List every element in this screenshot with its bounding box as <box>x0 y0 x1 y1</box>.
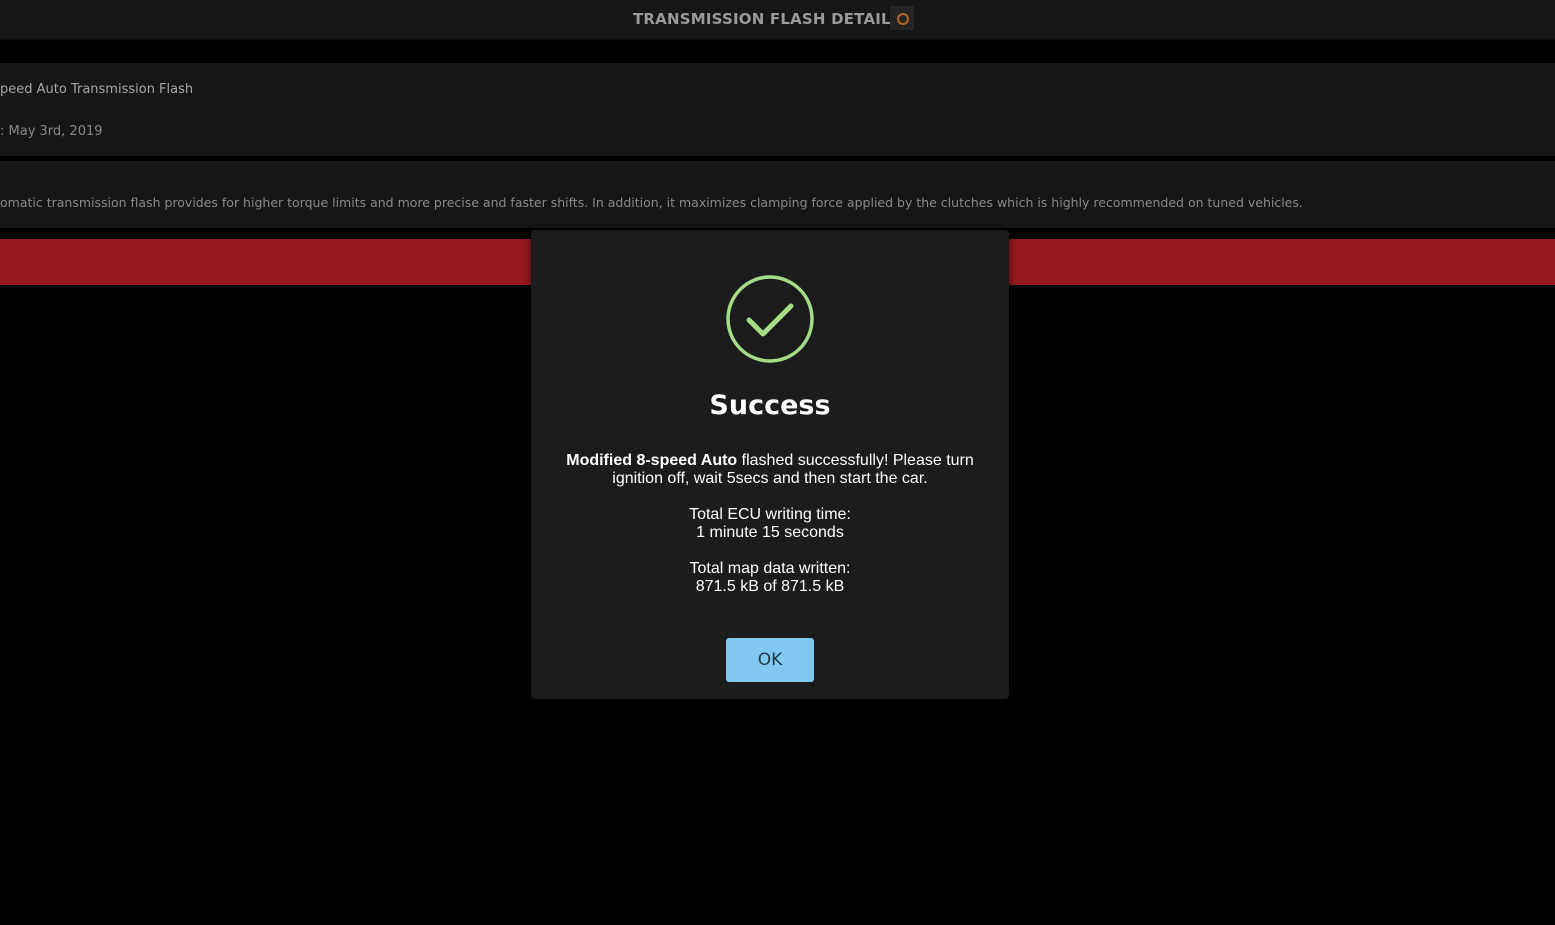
page-title: TRANSMISSION FLASH DETAILS <box>633 10 902 28</box>
flash-description: omatic transmission flash provides for h… <box>0 195 1303 210</box>
check-circle-icon <box>726 275 814 363</box>
success-dialog: Success Modified 8-speed Auto flashed su… <box>531 230 1009 699</box>
writing-time-value: 1 minute 15 seconds <box>696 524 844 541</box>
flash-name-bold: Modified 8-speed Auto <box>566 452 738 469</box>
top-header: TRANSMISSION FLASH DETAILS <box>0 0 1555 40</box>
map-data-value: 871.5 kB of 871.5 kB <box>695 578 845 595</box>
writing-time-label: Total ECU writing time: <box>689 506 851 523</box>
app-page: TRANSMISSION FLASH DETAILS peed Auto Tra… <box>0 0 1555 925</box>
dialog-title: Success <box>709 390 831 421</box>
flash-date: : May 3rd, 2019 <box>0 124 103 139</box>
flash-description-panel: omatic transmission flash provides for h… <box>0 161 1555 228</box>
ok-button[interactable]: OK <box>726 638 814 682</box>
map-data-label: Total map data written: <box>689 560 851 577</box>
record-icon[interactable] <box>890 6 914 30</box>
flash-info-panel: peed Auto Transmission Flash : May 3rd, … <box>0 63 1555 156</box>
flash-result-message: Modified 8-speed Auto flashed successful… <box>555 452 985 488</box>
record-ring <box>897 13 909 25</box>
map-data-block: Total map data written: 871.5 kB of 871.5… <box>555 560 985 596</box>
flash-name: peed Auto Transmission Flash <box>0 82 194 97</box>
dialog-message: Modified 8-speed Auto flashed successful… <box>555 452 985 614</box>
writing-time-block: Total ECU writing time: 1 minute 15 secon… <box>555 506 985 542</box>
